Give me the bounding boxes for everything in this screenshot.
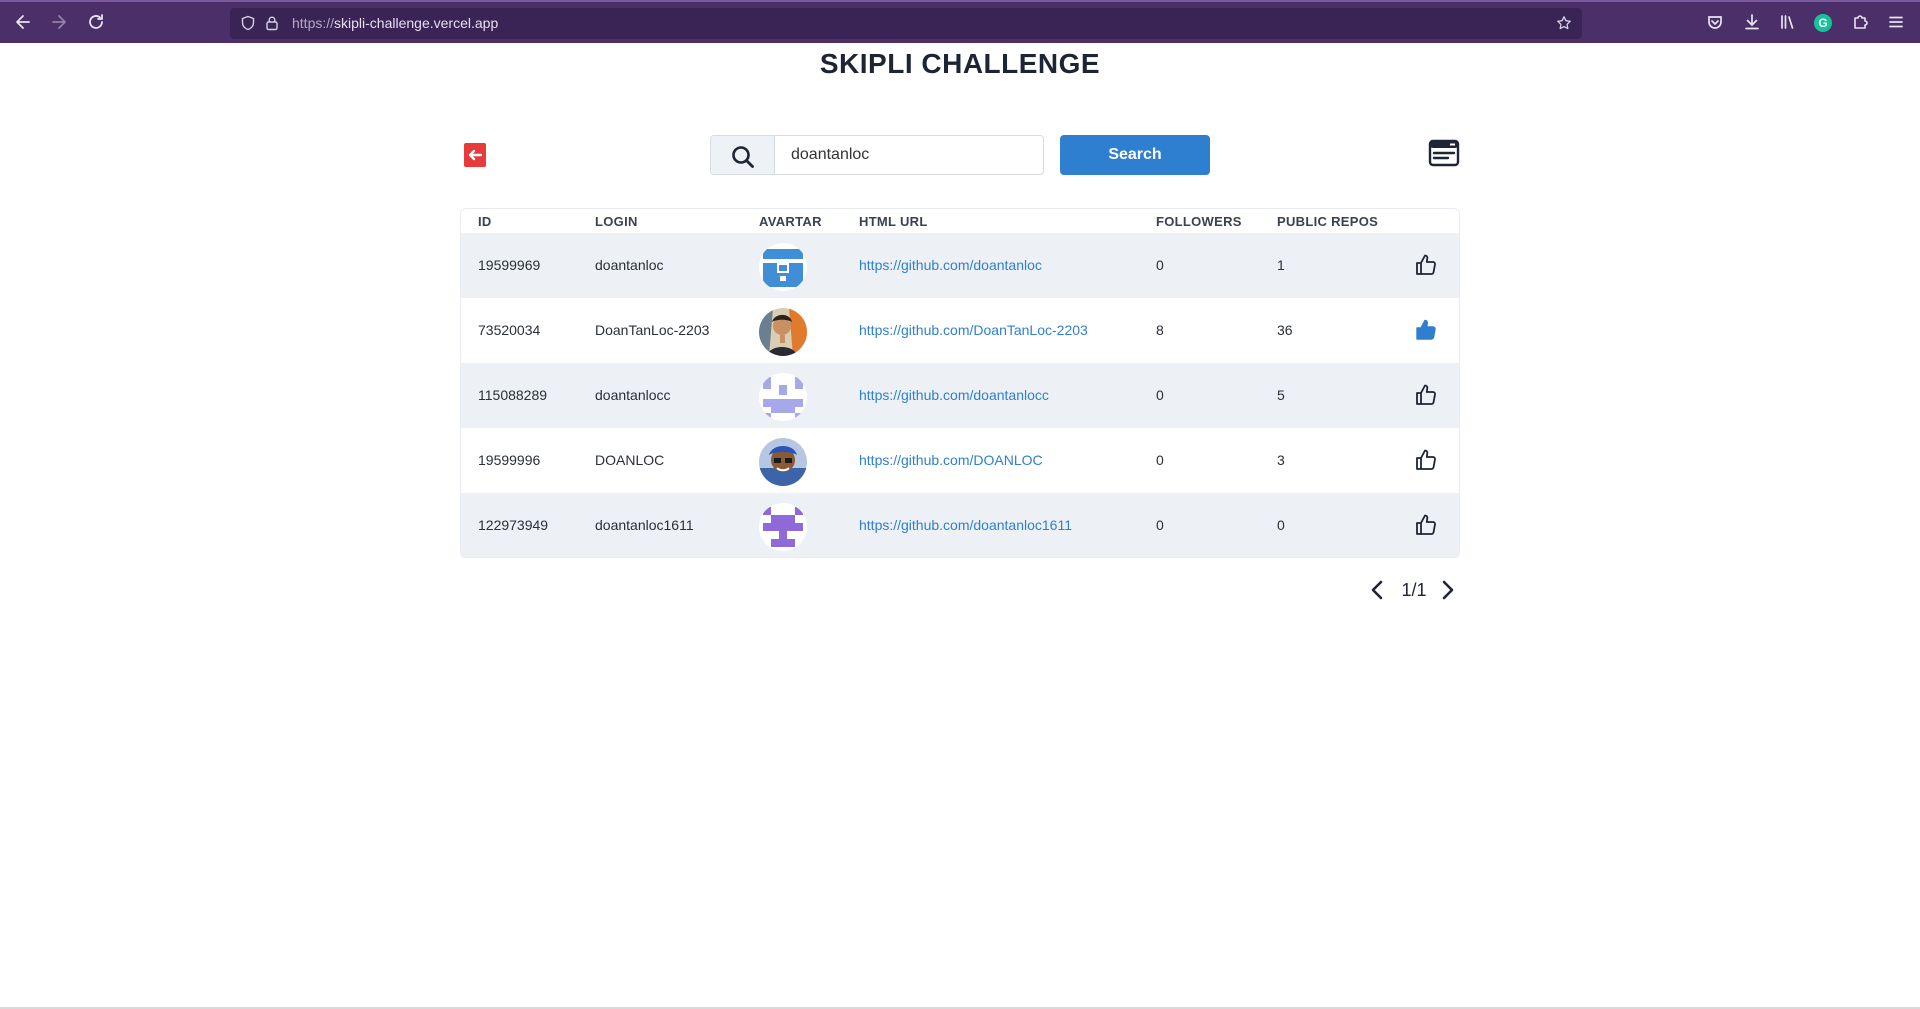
pocket-icon[interactable] xyxy=(1705,12,1725,32)
url-host: skipli-challenge.vercel.app xyxy=(334,15,499,31)
library-icon[interactable] xyxy=(1778,12,1798,32)
header-public-repos: PUBLIC REPOS xyxy=(1277,214,1379,229)
header-html-url: HTML URL xyxy=(859,214,928,229)
download-icon[interactable] xyxy=(1742,12,1762,32)
cell-followers: 8 xyxy=(1156,322,1164,338)
star-icon[interactable] xyxy=(1556,15,1572,31)
page-indicator: 1/1 xyxy=(1401,580,1427,600)
url-scheme: https:// xyxy=(292,15,335,31)
page-title: SKIPLI CHALLENGE xyxy=(819,48,1101,79)
liked-list-icon[interactable] xyxy=(1428,137,1460,169)
back-arrow-icon[interactable] xyxy=(13,12,33,32)
cell-login: doantanloc xyxy=(595,257,664,273)
table-row: 19599996 DOANLOC https://github.com/DOAN… xyxy=(461,428,1459,493)
table-row: 115088289 doantanlocc https://github.com… xyxy=(461,363,1459,428)
extensions-icon[interactable] xyxy=(1850,12,1870,32)
cell-html-url-link[interactable]: https://github.com/DoanTanLoc-2203 xyxy=(859,322,1088,338)
cell-login: doantanloc1611 xyxy=(595,517,694,533)
avatar xyxy=(759,438,807,486)
cell-html-url-link[interactable]: https://github.com/doantanloc1611 xyxy=(859,517,1072,533)
cell-id: 19599996 xyxy=(478,452,541,468)
grammarly-icon[interactable]: G xyxy=(1814,14,1832,32)
header-followers: FOLLOWERS xyxy=(1156,214,1242,229)
search-icon[interactable] xyxy=(711,136,775,174)
cell-login: DoanTanLoc-2203 xyxy=(595,322,710,338)
cell-public-repos: 0 xyxy=(1277,517,1285,533)
thumbs-up-icon[interactable] xyxy=(1414,513,1438,537)
cell-public-repos: 1 xyxy=(1277,257,1285,273)
avatar xyxy=(759,503,807,551)
thumbs-up-icon[interactable] xyxy=(1414,383,1438,407)
cell-followers: 0 xyxy=(1156,257,1164,273)
table-row: 122973949 doantanloc1611 https://github.… xyxy=(461,493,1459,557)
search-box xyxy=(710,135,1044,175)
cell-followers: 0 xyxy=(1156,452,1164,468)
avatar xyxy=(759,243,807,291)
cell-id: 122973949 xyxy=(478,517,549,533)
avatar xyxy=(759,308,807,356)
search-input[interactable] xyxy=(775,136,1039,174)
cell-followers: 0 xyxy=(1156,387,1164,403)
cell-login: DOANLOC xyxy=(595,452,665,468)
forward-arrow-icon[interactable] xyxy=(49,12,69,32)
url-text[interactable]: https://skipli-challenge.vercel.app xyxy=(292,15,498,31)
browser-toolbar: https://skipli-challenge.vercel.app G xyxy=(0,0,1920,43)
menu-icon[interactable] xyxy=(1886,12,1906,32)
cell-id: 19599969 xyxy=(478,257,541,273)
chevron-right-icon[interactable] xyxy=(1437,578,1459,602)
cell-followers: 0 xyxy=(1156,517,1164,533)
cell-id: 73520034 xyxy=(478,322,541,338)
chevron-left-icon[interactable] xyxy=(1366,578,1388,602)
cell-login: doantanlocc xyxy=(595,387,671,403)
cell-html-url-link[interactable]: https://github.com/doantanloc xyxy=(859,257,1042,273)
header-login: LOGIN xyxy=(595,214,638,229)
cell-public-repos: 5 xyxy=(1277,387,1285,403)
cell-html-url-link[interactable]: https://github.com/doantanlocc xyxy=(859,387,1049,403)
header-avatar: AVARTAR xyxy=(759,214,822,229)
results-table: ID LOGIN AVARTAR HTML URL FOLLOWERS PUBL… xyxy=(460,208,1460,558)
thumbs-up-icon[interactable] xyxy=(1414,448,1438,472)
table-header: ID LOGIN AVARTAR HTML URL FOLLOWERS PUBL… xyxy=(461,209,1459,233)
lock-icon[interactable] xyxy=(264,15,280,31)
url-bar[interactable]: https://skipli-challenge.vercel.app xyxy=(230,8,1582,39)
cell-html-url-link[interactable]: https://github.com/DOANLOC xyxy=(859,452,1043,468)
cell-id: 115088289 xyxy=(478,387,548,403)
cell-public-repos: 36 xyxy=(1277,322,1293,338)
avatar xyxy=(759,373,807,421)
shield-icon[interactable] xyxy=(240,15,256,31)
header-id: ID xyxy=(478,214,492,229)
thumbs-up-icon[interactable] xyxy=(1414,253,1438,277)
table-row: 19599969 doantanloc https://github.com/d… xyxy=(461,233,1459,298)
reload-icon[interactable] xyxy=(86,12,106,32)
table-row: 73520034 DoanTanLoc-2203 https://github.… xyxy=(461,298,1459,363)
search-button[interactable]: Search xyxy=(1060,135,1210,175)
thumbs-up-icon[interactable] xyxy=(1414,318,1438,342)
logout-icon[interactable] xyxy=(464,143,486,167)
cell-public-repos: 3 xyxy=(1277,452,1285,468)
